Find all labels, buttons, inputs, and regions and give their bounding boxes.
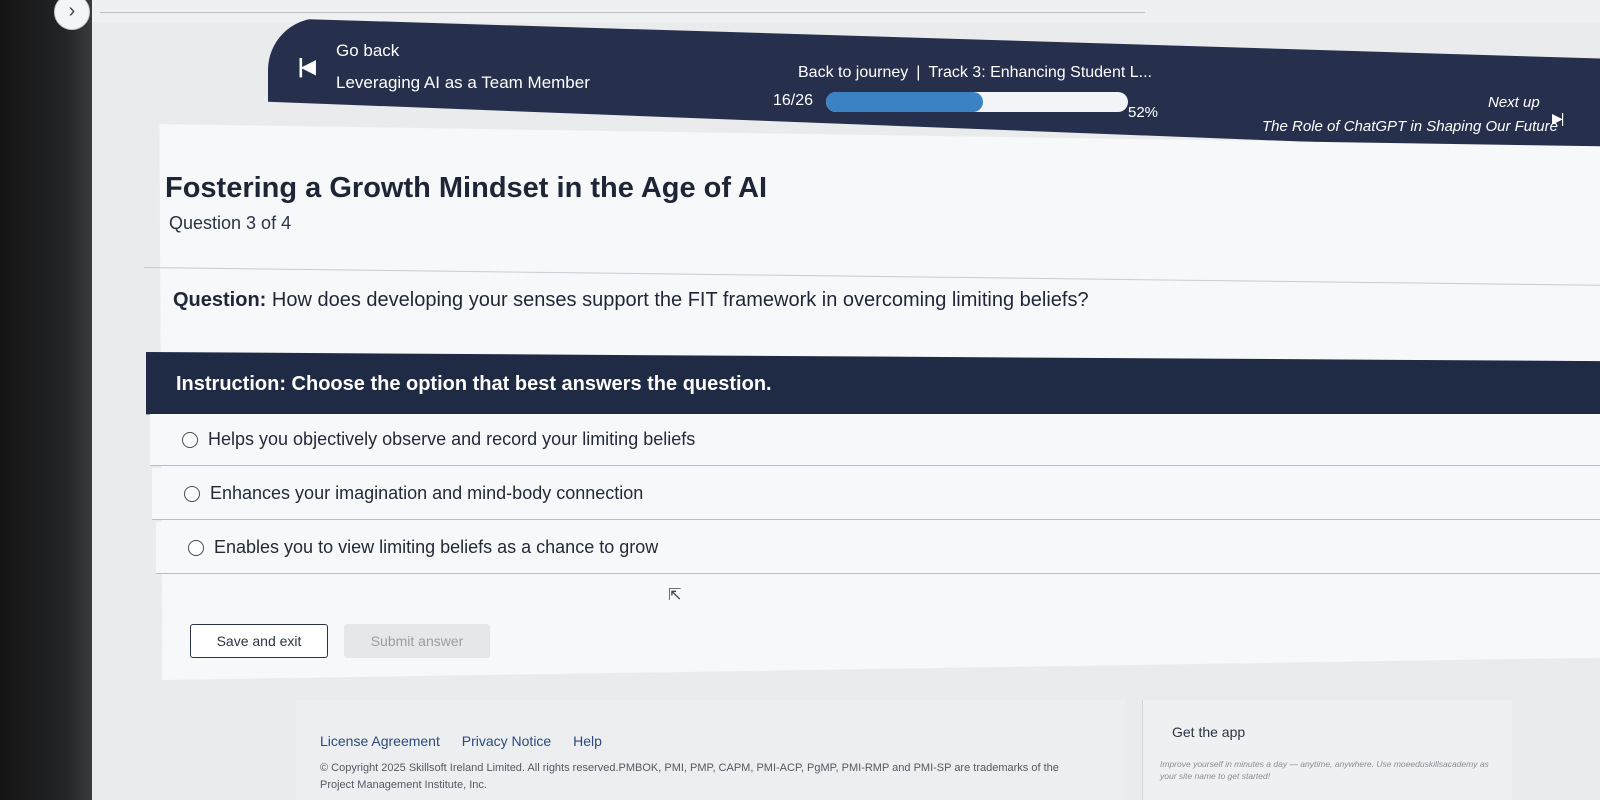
answer-option-label: Enables you to view limiting beliefs as … [214,537,659,557]
back-to-journey-link[interactable]: Back to journey [798,64,908,81]
radio-button[interactable] [184,485,200,502]
next-up-label: Next up [1488,94,1540,111]
submit-answer-button[interactable]: Submit answer [344,624,490,658]
question-prefix: Question: [173,289,267,311]
footer-app-panel [1142,700,1512,800]
breadcrumb-separator: | [916,64,921,81]
top-divider [100,12,1145,13]
progress-count: 16/26 [773,92,814,109]
footer-links: License Agreement Privacy Notice Help [320,733,620,749]
progress-bar-fill [826,92,984,112]
instruction-text: Instruction: Choose the option that best… [176,373,772,395]
answer-option[interactable]: Enhances your imagination and mind-body … [152,468,1600,520]
radio-button[interactable] [188,539,204,556]
question: Question: How does developing your sense… [173,289,1089,312]
screen-bezel [0,0,92,800]
question-count: Question 3 of 4 [169,213,292,233]
answer-option[interactable]: Enables you to view limiting beliefs as … [156,522,1600,574]
next-up-title[interactable]: The Role of ChatGPT in Shaping Our Futur… [1262,118,1558,135]
skip-back-icon[interactable]: |◀ [298,54,316,79]
quiz-title: Fostering a Growth Mindset in the Age of… [165,172,768,204]
progress-bar [826,92,1128,112]
answer-option-label: Helps you objectively observe and record… [208,429,696,449]
track-title: Track 3: Enhancing Student L... [928,64,1152,81]
help-link[interactable]: Help [573,733,602,749]
skip-forward-icon[interactable]: ▶| [1552,110,1564,127]
get-app-blurb: Improve yourself in minutes a day — anyt… [1160,759,1489,781]
progress-percent: 52% [1128,104,1159,121]
radio-button[interactable] [182,431,198,448]
go-back-link[interactable]: Go back [336,41,399,61]
privacy-notice-link[interactable]: Privacy Notice [462,733,551,749]
license-agreement-link[interactable]: License Agreement [320,733,440,749]
save-and-exit-button[interactable]: Save and exit [190,624,328,658]
answer-option-label: Enhances your imagination and mind-body … [210,483,644,503]
answer-option[interactable]: Helps you objectively observe and record… [150,414,1600,466]
course-title: Leveraging AI as a Team Member [336,73,590,92]
get-app-title: Get the app [1172,724,1246,740]
browser-top-strip [92,0,1600,22]
copyright-text: © Copyright 2025 Skillsoft Ireland Limit… [320,762,1059,791]
journey-breadcrumb: Back to journey | Track 3: Enhancing Stude… [798,64,1152,82]
mouse-cursor-icon: ⇱ [668,587,682,604]
question-text: How does developing your senses support … [271,289,1089,311]
